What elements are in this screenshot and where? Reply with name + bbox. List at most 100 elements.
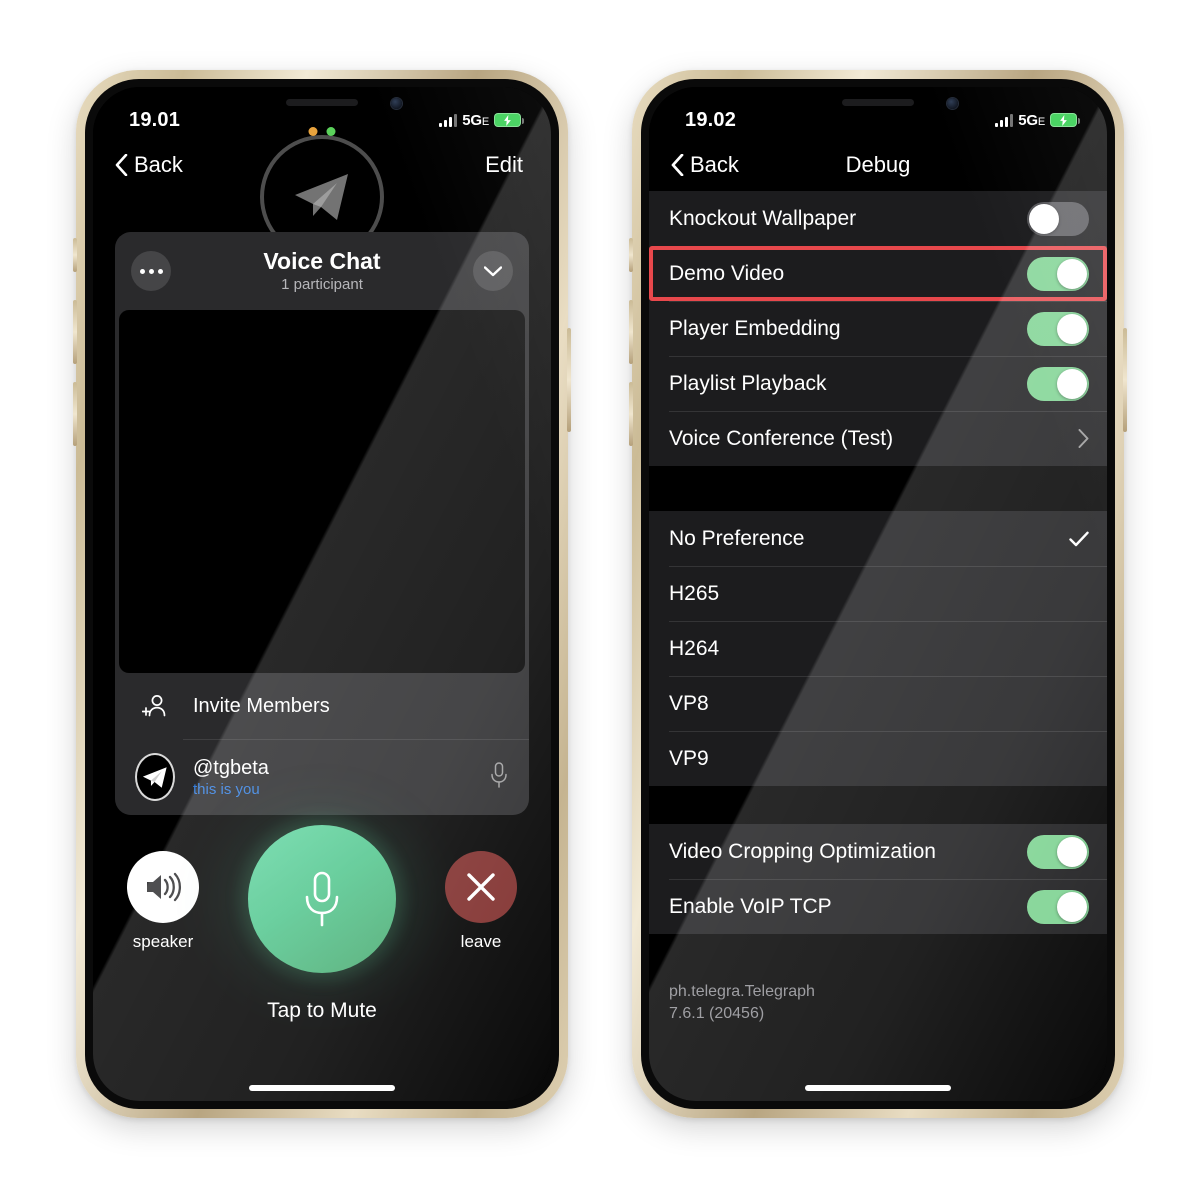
row-label: Player Embedding bbox=[669, 316, 841, 340]
silent-switch[interactable] bbox=[73, 238, 77, 272]
network-type-label: 5GE bbox=[462, 111, 489, 129]
row-label: Playlist Playback bbox=[669, 371, 827, 395]
speaker-button[interactable]: speaker bbox=[127, 851, 199, 952]
phone-right: 19.02 5GE Back Debug Knockout Wallpaper … bbox=[629, 70, 1127, 1118]
invite-members-label: Invite Members bbox=[193, 694, 330, 717]
front-camera-icon bbox=[947, 98, 958, 109]
phone-left: 19.01 5GE Back Edit Voice Chat 1 partici… bbox=[73, 70, 571, 1118]
voip-tcp-toggle[interactable] bbox=[1027, 889, 1089, 924]
microphone-icon[interactable] bbox=[489, 761, 509, 794]
settings-row-knockout-wallpaper[interactable]: Knockout Wallpaper bbox=[649, 191, 1107, 246]
video-feed-area[interactable] bbox=[119, 310, 525, 673]
device-notch bbox=[772, 87, 984, 120]
settings-row-h265[interactable]: H265 bbox=[649, 566, 1107, 621]
row-label: Enable VoIP TCP bbox=[669, 894, 832, 918]
charging-bolt-icon bbox=[504, 114, 511, 126]
volume-up-button[interactable] bbox=[629, 300, 633, 364]
settings-row-video-cropping[interactable]: Video Cropping Optimization bbox=[649, 824, 1107, 879]
close-x-icon bbox=[445, 851, 517, 923]
telegram-plane-icon bbox=[142, 766, 167, 788]
settings-row-vp9[interactable]: VP9 bbox=[649, 731, 1107, 786]
phone-left-bezel: 19.01 5GE Back Edit Voice Chat 1 partici… bbox=[85, 79, 559, 1109]
video-cropping-toggle[interactable] bbox=[1027, 834, 1089, 869]
voice-chat-title: Voice Chat bbox=[263, 247, 381, 274]
settings-row-demo-video[interactable]: Demo Video bbox=[649, 246, 1107, 301]
phone-right-bezel: 19.02 5GE Back Debug Knockout Wallpaper … bbox=[641, 79, 1115, 1109]
microphone-privacy-dot bbox=[308, 127, 318, 136]
battery-icon bbox=[1050, 113, 1080, 127]
volume-down-button[interactable] bbox=[73, 382, 77, 446]
mute-button-circle bbox=[248, 825, 396, 973]
back-button-right[interactable]: Back bbox=[671, 152, 739, 178]
camera-privacy-dot bbox=[326, 127, 336, 136]
microphone-icon bbox=[305, 871, 339, 927]
voice-chat-panel: Voice Chat 1 participant Invite Members … bbox=[115, 232, 529, 815]
debug-settings-screen: 19.02 5GE Back Debug Knockout Wallpaper … bbox=[649, 87, 1107, 1101]
power-button[interactable] bbox=[567, 328, 571, 432]
edit-button[interactable]: Edit bbox=[485, 152, 523, 178]
silent-switch[interactable] bbox=[629, 238, 633, 272]
settings-row-playlist-playback[interactable]: Playlist Playback bbox=[649, 356, 1107, 411]
settings-row-player-embedding[interactable]: Player Embedding bbox=[649, 301, 1107, 356]
settings-list: Knockout Wallpaper Demo Video Player Emb… bbox=[649, 191, 1107, 1101]
settings-row-voip-tcp[interactable]: Enable VoIP TCP bbox=[649, 879, 1107, 934]
voice-chat-subtitle: 1 participant bbox=[281, 276, 363, 294]
settings-group-video-voip: Video Cropping Optimization Enable VoIP … bbox=[649, 824, 1107, 934]
network-type-label: 5GE bbox=[1018, 111, 1045, 129]
privacy-indicators bbox=[308, 127, 336, 136]
call-controls: speaker Tap to Mute leave bbox=[93, 784, 551, 1059]
settings-row-voice-conference[interactable]: Voice Conference (Test) bbox=[649, 411, 1107, 466]
status-time: 19.01 bbox=[129, 108, 181, 131]
more-options-button[interactable] bbox=[131, 251, 171, 291]
settings-group-codec: No Preference H265 H264 VP8 VP9 bbox=[649, 511, 1107, 786]
back-button-left[interactable]: Back bbox=[115, 152, 183, 178]
mute-button[interactable] bbox=[197, 784, 447, 1014]
bundle-id-label: ph.telegra.Telegraph bbox=[669, 983, 815, 1000]
person-add-icon bbox=[135, 693, 175, 719]
mute-button-label: Tap to Mute bbox=[267, 999, 377, 1022]
demo-video-toggle[interactable] bbox=[1027, 256, 1089, 291]
navigation-bar-left: Back Edit bbox=[93, 139, 551, 191]
row-label: VP9 bbox=[669, 746, 709, 770]
knockout-wallpaper-toggle[interactable] bbox=[1027, 201, 1089, 236]
settings-row-vp8[interactable]: VP8 bbox=[649, 676, 1107, 731]
navigation-bar-right: Back Debug bbox=[649, 139, 1107, 191]
volume-up-button[interactable] bbox=[73, 300, 77, 364]
participant-name: @tgbeta bbox=[193, 756, 269, 779]
home-indicator-left[interactable] bbox=[249, 1085, 395, 1091]
back-button-label: Back bbox=[134, 152, 183, 177]
playlist-playback-toggle[interactable] bbox=[1027, 366, 1089, 401]
chevron-right-icon bbox=[1078, 429, 1089, 448]
leave-button[interactable]: leave bbox=[445, 851, 517, 952]
home-indicator-right[interactable] bbox=[805, 1085, 951, 1091]
status-indicators: 5GE bbox=[439, 111, 524, 129]
section-spacer bbox=[649, 786, 1107, 824]
volume-down-button[interactable] bbox=[629, 382, 633, 446]
ellipsis-icon bbox=[139, 268, 163, 274]
participant-status: this is you bbox=[193, 780, 260, 798]
settings-group-features: Knockout Wallpaper Demo Video Player Emb… bbox=[649, 191, 1107, 466]
invite-members-row[interactable]: Invite Members bbox=[115, 673, 529, 739]
collapse-button[interactable] bbox=[473, 251, 513, 291]
voice-chat-titles: Voice Chat 1 participant bbox=[263, 249, 380, 293]
row-label: Demo Video bbox=[669, 261, 785, 285]
participant-avatar bbox=[135, 753, 175, 801]
chevron-left-icon bbox=[115, 154, 128, 176]
battery-icon bbox=[494, 113, 524, 127]
player-embedding-toggle[interactable] bbox=[1027, 311, 1089, 346]
checkmark-icon bbox=[1069, 531, 1089, 546]
row-label: Voice Conference (Test) bbox=[669, 426, 894, 450]
settings-row-h264[interactable]: H264 bbox=[649, 621, 1107, 676]
row-label: Video Cropping Optimization bbox=[669, 839, 936, 863]
avatar bbox=[135, 753, 175, 801]
earpiece-speaker bbox=[842, 99, 914, 106]
screenshot-stage: 19.01 5GE Back Edit Voice Chat 1 partici… bbox=[0, 0, 1200, 1195]
power-button[interactable] bbox=[1123, 328, 1127, 432]
voice-chat-header: Voice Chat 1 participant bbox=[115, 232, 529, 310]
row-label: H265 bbox=[669, 581, 720, 605]
chevron-left-icon bbox=[671, 154, 684, 176]
row-label: H264 bbox=[669, 636, 720, 660]
device-notch bbox=[216, 87, 428, 120]
speaker-wave-icon bbox=[127, 851, 199, 923]
settings-row-no-preference[interactable]: No Preference bbox=[649, 511, 1107, 566]
